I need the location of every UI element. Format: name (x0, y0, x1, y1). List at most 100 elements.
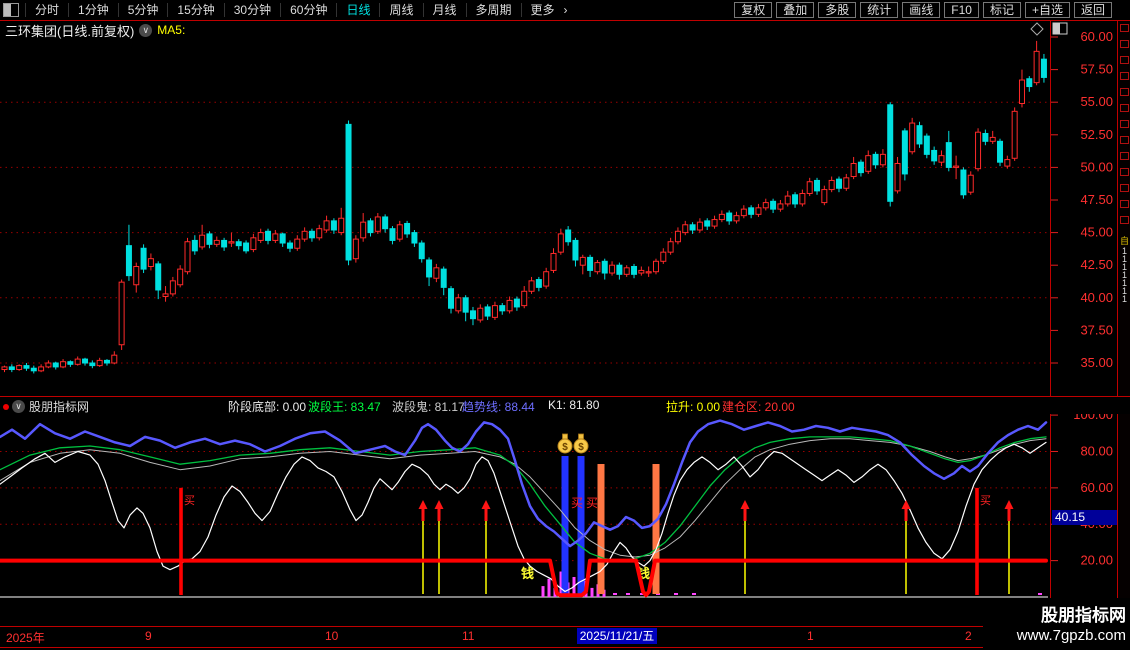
candle-body (462, 297, 469, 313)
candle-body (696, 221, 703, 231)
side-strip-mark (1120, 152, 1129, 160)
candle-body (660, 251, 667, 262)
candle-body (491, 305, 498, 318)
red-arrow-head (901, 500, 911, 509)
candle-body (243, 242, 250, 252)
candle-body (565, 229, 572, 243)
candle-body (1018, 79, 1025, 105)
date-axis-label-0: 2025年 (6, 631, 45, 645)
price-tick-label: 35.00 (1080, 355, 1113, 370)
toolbar-button-4[interactable]: 画线 (902, 2, 941, 18)
candle-body (638, 269, 645, 274)
candle-body (535, 279, 542, 288)
candle-body (191, 239, 198, 252)
candle-body (169, 280, 176, 295)
candle-body (916, 125, 923, 145)
side-strip-mark (1120, 168, 1129, 176)
candle-body (103, 359, 110, 364)
side-strip-mark (1120, 56, 1129, 64)
candle-body (543, 271, 550, 287)
candle-body (872, 153, 879, 166)
indicator-tick-label: 20.00 (1080, 553, 1113, 568)
toolbar-button-2[interactable]: 多股 (818, 2, 857, 18)
toolbar-button-3[interactable]: 统计 (860, 2, 899, 18)
candle-body (316, 228, 323, 239)
candle-body (140, 247, 147, 270)
magenta-dot (613, 593, 617, 595)
trading-app-window: 分时 1分钟 5分钟 15分钟 30分钟 60分钟 日线 周线 月线 多周期 更多 › 复权 叠加 多股… (0, 0, 1130, 650)
watermark-url: www.7gpzb.com (1016, 627, 1126, 644)
period-tab-6[interactable]: 日线 (336, 2, 380, 17)
candle-body (843, 177, 850, 189)
period-tab-2[interactable]: 5分钟 (117, 2, 168, 17)
candle-body (38, 366, 45, 372)
candle-body (8, 366, 15, 371)
period-tab-5[interactable]: 60分钟 (280, 2, 337, 17)
buy-signal-blue-bar (561, 456, 569, 594)
candle-body (887, 104, 894, 202)
price-tick-label: 52.50 (1080, 127, 1113, 142)
candle-body (923, 135, 930, 155)
period-tab-0[interactable]: 分时 (25, 2, 69, 17)
period-tab-1[interactable]: 1分钟 (68, 2, 118, 17)
candle-body (426, 259, 433, 278)
candle-body (711, 219, 718, 227)
red-arrow-head (418, 500, 428, 509)
candle-body (828, 179, 835, 191)
candle-body (682, 224, 689, 234)
money-label: 钱 (521, 566, 534, 581)
period-tab-7[interactable]: 周线 (379, 2, 423, 17)
chevron-down-icon[interactable]: ∨ (139, 23, 153, 37)
red-arrow-head (1004, 500, 1014, 509)
candle-body (433, 267, 440, 279)
watermark-site-name: 股朋指标网 (1041, 606, 1126, 625)
period-tab-10[interactable]: 更多 (520, 2, 564, 17)
candle-body (396, 224, 403, 240)
candle-body (125, 245, 132, 277)
candle-body (674, 230, 681, 243)
money-bag-icon: $ (562, 442, 568, 453)
candle-body (601, 260, 608, 274)
toolbar-button-0[interactable]: 复权 (734, 2, 773, 18)
period-tab-3[interactable]: 15分钟 (167, 2, 224, 17)
candle-body (857, 161, 864, 174)
candle-body (1026, 78, 1033, 88)
candle-body (455, 297, 462, 312)
toolbar-button-8[interactable]: 返回 (1073, 2, 1112, 18)
indicator-name[interactable]: 股朋指标网 (29, 398, 89, 415)
price-tick-label: 45.00 (1080, 225, 1113, 240)
date-axis: 2025年 9 10 11 1 2 2025/11/21/五 (0, 626, 1130, 648)
candle-body (272, 233, 279, 241)
split-screen-icon[interactable] (3, 3, 19, 17)
candle-body (499, 305, 506, 312)
toolbar-button-6[interactable]: 标记 (982, 2, 1021, 18)
candle-body (286, 242, 293, 249)
toolbar-button-7[interactable]: +自选 (1024, 2, 1070, 18)
candle-body (257, 232, 264, 241)
candle-body (777, 203, 784, 210)
chart-canvas[interactable]: 60.00 57.50 55.00 52.50 50.00 47.50 45.00 42.50… (0, 0, 1130, 650)
chevron-down-icon[interactable]: ∨ (12, 400, 25, 413)
candle-body (235, 241, 242, 247)
chevron-right-icon[interactable]: › (564, 3, 574, 17)
side-strip-mark (1120, 120, 1129, 128)
candle-body (404, 222, 411, 235)
period-tab-9[interactable]: 多周期 (465, 2, 521, 17)
candle-body (879, 153, 886, 166)
candle-body (199, 234, 206, 248)
candle-body (953, 165, 960, 168)
right-side-panel-strip[interactable]: 自1111111 (1117, 0, 1130, 650)
period-tab-8[interactable]: 月线 (422, 2, 466, 17)
toolbar-button-1[interactable]: 叠加 (776, 2, 815, 18)
toolbar-button-5[interactable]: F10 (944, 2, 979, 18)
candle-body (155, 263, 162, 291)
candle-body (411, 232, 418, 244)
candle-body (784, 195, 791, 205)
magenta-dot (626, 593, 630, 595)
candle-body (323, 220, 330, 231)
candle-body (997, 140, 1004, 163)
candle-body (631, 266, 638, 275)
candle-body (67, 361, 74, 365)
candle-body (82, 358, 89, 364)
period-tab-4[interactable]: 30分钟 (223, 2, 281, 17)
